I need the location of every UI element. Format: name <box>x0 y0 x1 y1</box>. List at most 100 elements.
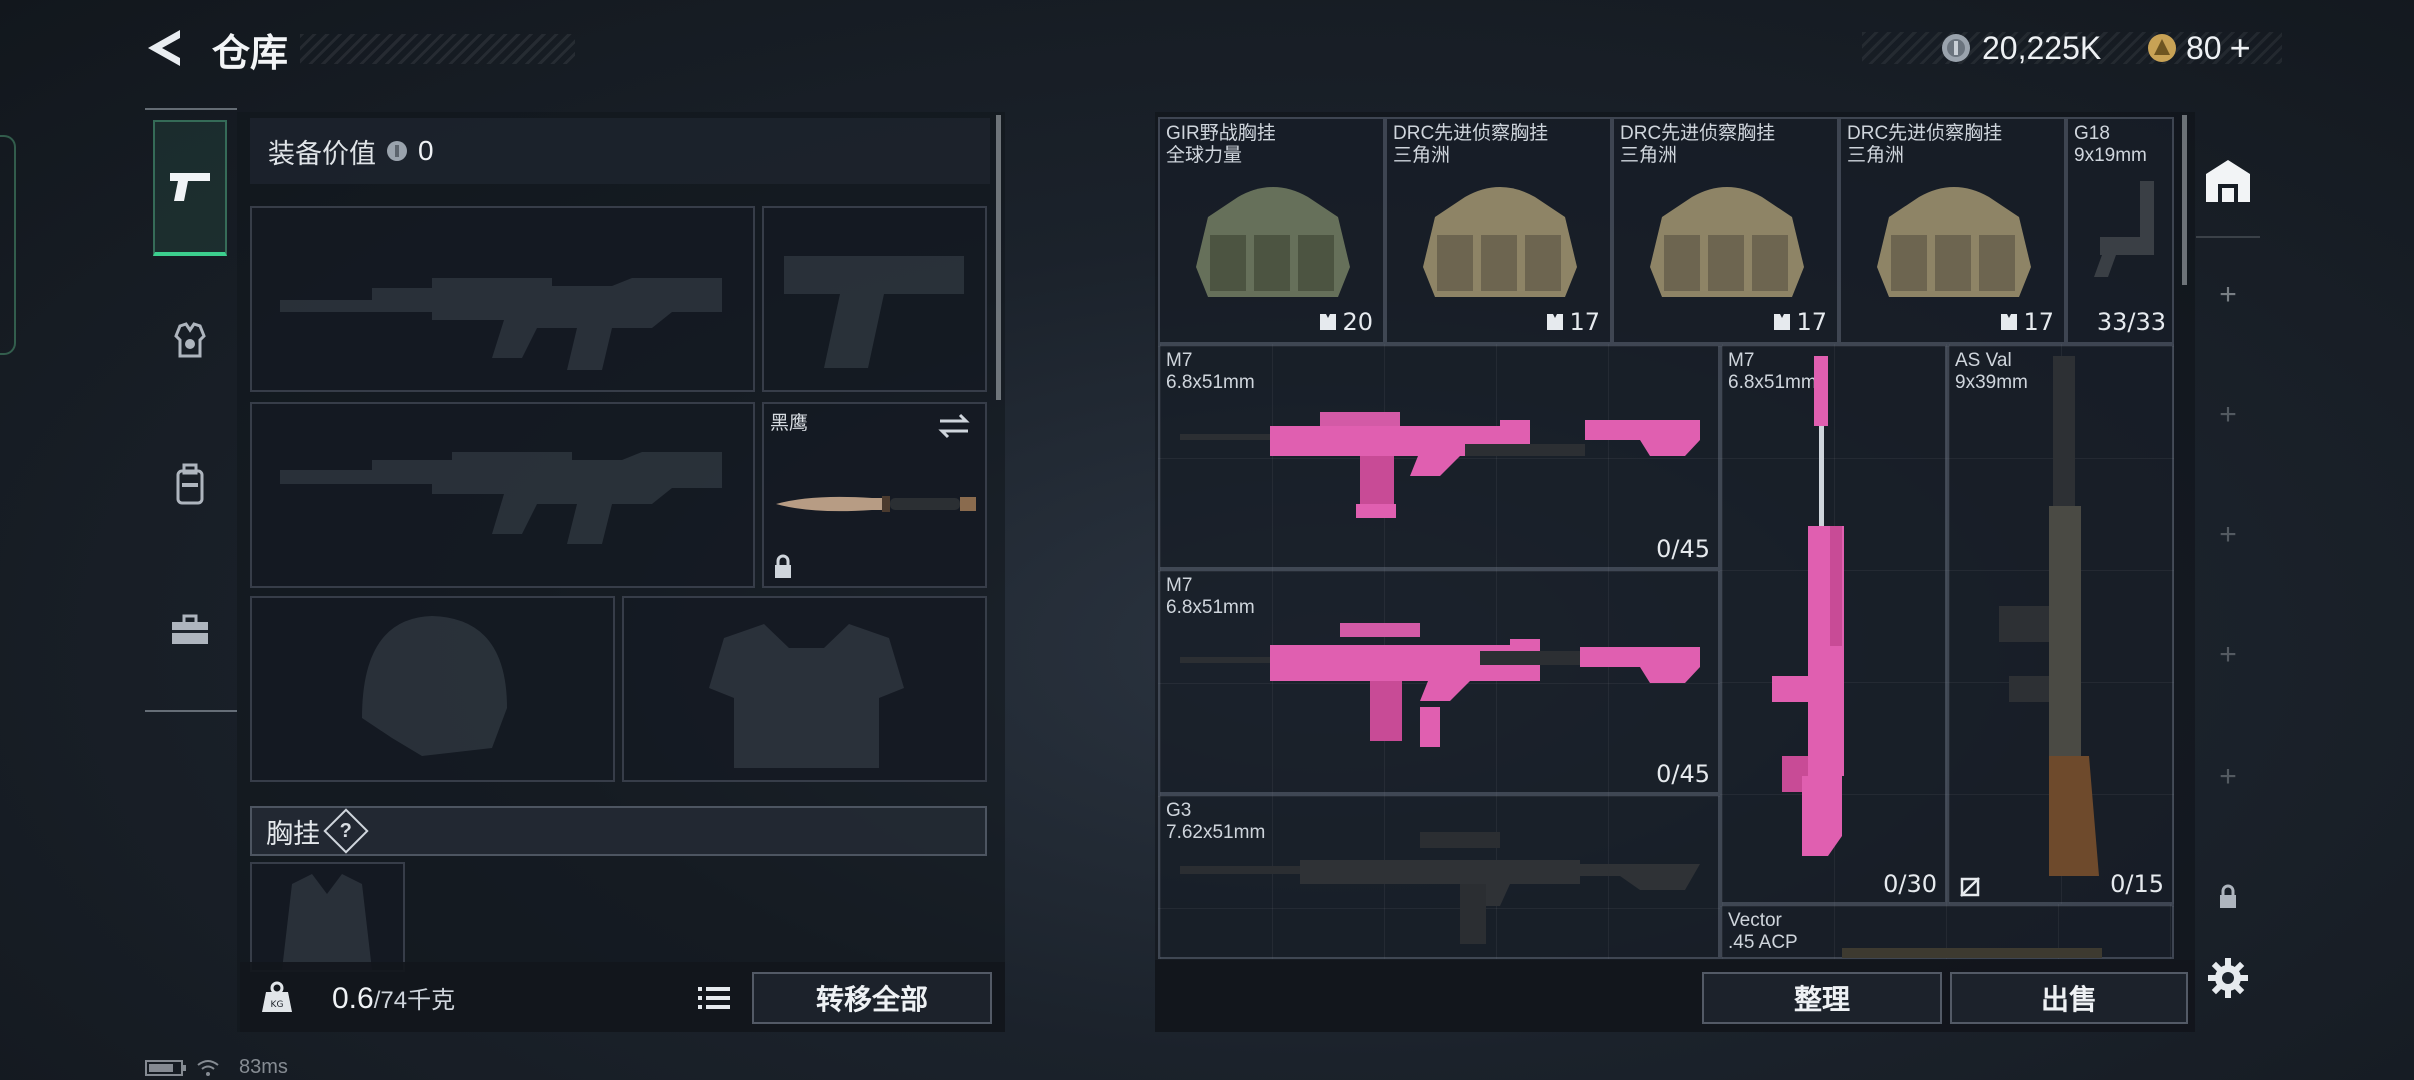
secondary-weapon-slot[interactable] <box>762 206 987 392</box>
add-storage-button[interactable]: + <box>2196 390 2260 440</box>
item-as-val[interactable]: AS Val 9x39mm 0/15 <box>1947 344 2174 904</box>
item-name: DRC先进侦察胸挂 三角洲 <box>1847 123 2003 166</box>
item-name: G18 9x19mm <box>2074 123 2147 166</box>
back-button[interactable] <box>140 22 192 74</box>
list-icon <box>698 987 730 1009</box>
primary-weapon-slot-2[interactable] <box>250 402 755 588</box>
knife-icon <box>776 496 976 512</box>
chest-rig-slot[interactable] <box>250 862 405 972</box>
equipment-value: 0 <box>418 135 434 166</box>
item-gir-chest-rig[interactable]: GIR野战胸挂 全球力量 20 <box>1158 117 1385 344</box>
chest-rig-tan-icon <box>1423 187 1577 297</box>
nav-case[interactable] <box>153 590 227 670</box>
helmet-silhouette-icon <box>362 616 507 756</box>
nav-weapons[interactable] <box>153 120 227 256</box>
no-magazine-icon <box>1960 877 1980 897</box>
add-storage-button[interactable]: + <box>2196 270 2260 320</box>
pink-rifle-icon <box>1180 623 1700 747</box>
coins-display[interactable]: 80 + <box>2146 26 2251 70</box>
ping-value: 83ms <box>239 1056 288 1078</box>
tool-divider <box>2196 236 2260 238</box>
armor-level-icon <box>1320 314 1337 330</box>
helmet-slot[interactable] <box>250 596 615 782</box>
locked-slot <box>2196 872 2260 922</box>
settings-button[interactable] <box>2196 948 2260 1008</box>
add-storage-button[interactable]: + <box>2196 752 2260 802</box>
chest-rig-tan-icon <box>1650 187 1804 297</box>
item-g18[interactable]: G18 9x19mm 33/33 <box>2066 117 2174 344</box>
armor-vest-icon <box>174 322 206 358</box>
pistol-icon <box>2094 181 2154 277</box>
back-arrow-icon <box>148 30 180 66</box>
add-coins-icon[interactable]: + <box>2230 27 2251 69</box>
item-vector[interactable]: Vector .45 ACP <box>1720 904 2174 959</box>
list-view-button[interactable] <box>690 975 738 1021</box>
count-value: 17 <box>1796 308 1827 336</box>
item-count: 17 <box>1772 308 1827 336</box>
melee-slot[interactable]: 黑鹰 <box>762 402 987 588</box>
nav-bottom-divider <box>145 710 237 712</box>
melee-name: 黑鹰 <box>770 413 809 434</box>
primary-weapon-slot[interactable] <box>250 206 755 392</box>
chest-rig-silhouette-icon <box>282 874 372 970</box>
wifi-icon <box>197 1059 219 1076</box>
help-icon[interactable]: ? <box>323 808 369 854</box>
swap-icon[interactable] <box>936 412 972 440</box>
left-edge-tab <box>0 135 16 355</box>
item-g3[interactable]: G3 7.62x51mm <box>1158 794 1720 959</box>
sell-button[interactable]: 出售 <box>1950 972 2188 1024</box>
warehouse-icon <box>2206 160 2250 202</box>
weight-icon-box: KG <box>255 975 299 1019</box>
item-count: 17 <box>1545 308 1600 336</box>
backpack-icon <box>176 463 204 505</box>
coin-icon <box>1942 34 1970 62</box>
chest-rig-tan-icon <box>1877 187 2031 297</box>
item-drc-chest-rig[interactable]: DRC先进侦察胸挂 三角洲 17 <box>1839 117 2066 344</box>
weight-total: /74千克 <box>373 987 456 1014</box>
title-decoration <box>300 34 575 64</box>
pistol-icon <box>170 173 210 201</box>
nav-armor[interactable] <box>153 300 227 380</box>
armor-level-icon <box>2001 314 2018 330</box>
item-m7[interactable]: M7 6.8x51mm 0/45 <box>1158 344 1720 569</box>
weight-icon: KG <box>262 981 292 1012</box>
rifle-vertical-icon <box>1999 356 2099 876</box>
item-m7-vertical[interactable]: M7 6.8x51mm 0/30 <box>1720 344 1947 904</box>
item-name: Vector .45 ACP <box>1728 910 1798 953</box>
currency-display: 20,225K <box>1940 26 2101 70</box>
coin-icon <box>387 141 407 161</box>
count-value: 20 <box>1342 308 1373 336</box>
count-value: 0/45 <box>1656 535 1710 563</box>
item-name: DRC先进侦察胸挂 三角洲 <box>1620 123 1776 166</box>
battery-icon <box>145 1059 186 1076</box>
item-drc-chest-rig[interactable]: DRC先进侦察胸挂 三角洲 17 <box>1612 117 1839 344</box>
armor-level-icon <box>1774 314 1791 330</box>
item-m7[interactable]: M7 6.8x51mm 0/45 <box>1158 569 1720 794</box>
count-value: 0/30 <box>1883 870 1937 898</box>
rifle-silhouette-icon <box>280 452 722 544</box>
nav-backpack[interactable] <box>153 445 227 525</box>
lock-icon <box>2220 884 2236 908</box>
item-count: 17 <box>1999 308 2054 336</box>
warehouse-tab[interactable] <box>2196 140 2260 220</box>
item-drc-chest-rig[interactable]: DRC先进侦察胸挂 三角洲 17 <box>1385 117 1612 344</box>
equipment-value-label: 装备价值 <box>268 138 376 169</box>
coins-value: 80 <box>2186 29 2222 66</box>
pistol-silhouette-icon <box>784 256 964 368</box>
page-title: 仓库 <box>212 33 289 75</box>
inventory-scrollbar[interactable] <box>2182 115 2187 285</box>
add-storage-button[interactable]: + <box>2196 510 2260 560</box>
count-value: 33/33 <box>2096 308 2166 336</box>
svg-text:KG: KG <box>271 1000 284 1010</box>
chest-rig-label: 胸挂 <box>266 818 320 849</box>
sort-button[interactable]: 整理 <box>1702 972 1942 1024</box>
add-storage-button[interactable]: + <box>2196 630 2260 680</box>
briefcase-icon <box>172 614 208 644</box>
premium-coin-icon <box>2148 34 2176 62</box>
panel-scrollbar[interactable] <box>996 115 1001 400</box>
count-value: 0/15 <box>2110 870 2164 898</box>
transfer-all-button[interactable]: 转移全部 <box>752 972 992 1024</box>
body-armor-slot[interactable] <box>622 596 987 782</box>
smg-icon <box>1842 948 2102 958</box>
chest-rig-header: 胸挂 ? <box>250 806 987 856</box>
